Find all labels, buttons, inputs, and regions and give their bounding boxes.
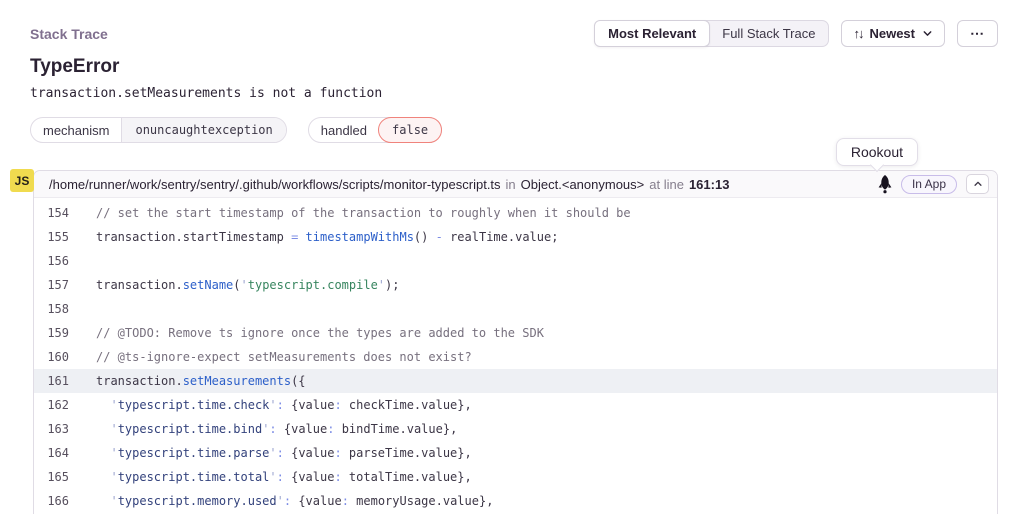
sort-newest-button[interactable]: ↑↓ Newest xyxy=(841,20,945,47)
chevron-down-icon xyxy=(922,28,933,39)
code-text: 'typescript.time.total': {value: totalTi… xyxy=(96,465,472,489)
header-controls: Most Relevant Full Stack Trace ↑↓ Newest… xyxy=(594,20,998,47)
error-message: transaction.setMeasurements is not a fun… xyxy=(30,86,382,101)
rookout-button[interactable] xyxy=(878,175,892,194)
line-number: 166 xyxy=(34,489,96,513)
toggle-full-stack-trace[interactable]: Full Stack Trace xyxy=(709,21,828,46)
line-number: 163 xyxy=(34,417,96,441)
toggle-most-relevant[interactable]: Most Relevant xyxy=(594,20,710,47)
collapse-frame-button[interactable] xyxy=(966,174,989,194)
rookout-tooltip: Rookout xyxy=(836,138,918,166)
code-text: 'typescript.time.bind': {value: bindTime… xyxy=(96,417,457,441)
code-line-165: 165 'typescript.time.total': {value: tot… xyxy=(34,465,997,489)
line-number: 160 xyxy=(34,345,96,369)
line-number: 154 xyxy=(34,201,96,225)
in-app-badge: In App xyxy=(901,175,957,194)
code-line-160: 160// @ts-ignore-expect setMeasurements … xyxy=(34,345,997,369)
code-line-162: 162 'typescript.time.check': {value: che… xyxy=(34,393,997,417)
frame-file-path[interactable]: /home/runner/work/sentry/sentry/.github/… xyxy=(49,177,501,192)
line-number: 165 xyxy=(34,465,96,489)
frame-header-actions: In App xyxy=(878,174,989,194)
js-platform-badge: JS xyxy=(10,169,34,192)
more-options-button[interactable]: ⋯ xyxy=(957,20,998,47)
line-number: 156 xyxy=(34,249,96,273)
code-line-154: 154// set the start timestamp of the tra… xyxy=(34,201,997,225)
code-text: transaction.setMeasurements({ xyxy=(96,369,306,393)
chevron-up-icon xyxy=(973,179,983,189)
code-line-158: 158 xyxy=(34,297,997,321)
frame-at-line-label: at line xyxy=(649,177,684,192)
code-line-159: 159// @TODO: Remove ts ignore once the t… xyxy=(34,321,997,345)
line-number: 155 xyxy=(34,225,96,249)
sort-label: Newest xyxy=(869,26,915,41)
code-text: transaction.startTimestamp = timestampWi… xyxy=(96,225,558,249)
line-number: 159 xyxy=(34,321,96,345)
rookout-icon xyxy=(878,175,892,194)
code-line-156: 156 xyxy=(34,249,997,273)
tag-list: mechanismonuncaughtexception handledfalse xyxy=(30,117,442,143)
stack-frame: Rookout JS /home/runner/work/sentry/sent… xyxy=(33,170,998,514)
line-number: 157 xyxy=(34,273,96,297)
tag-value: false xyxy=(378,117,442,143)
tag-mechanism[interactable]: mechanismonuncaughtexception xyxy=(30,117,287,143)
code-text: 'typescript.time.parse': {value: parseTi… xyxy=(96,441,472,465)
tag-key: handled xyxy=(309,118,379,142)
code-view: 154// set the start timestamp of the tra… xyxy=(34,198,997,513)
code-text: // @ts-ignore-expect setMeasurements doe… xyxy=(96,345,472,369)
line-number: 161 xyxy=(34,369,96,393)
code-text: // @TODO: Remove ts ignore once the type… xyxy=(96,321,544,345)
stack-trace-header: Stack Trace Most Relevant Full Stack Tra… xyxy=(30,20,998,47)
error-type-title: TypeError xyxy=(30,56,119,78)
line-number: 162 xyxy=(34,393,96,417)
code-line-155: 155transaction.startTimestamp = timestam… xyxy=(34,225,997,249)
code-line-157: 157transaction.setName('typescript.compi… xyxy=(34,273,997,297)
frame-line-col: 161:13 xyxy=(689,177,729,192)
code-text: 'typescript.memory.used': {value: memory… xyxy=(96,489,493,513)
view-toggle: Most Relevant Full Stack Trace xyxy=(594,20,829,47)
frame-function-name: Object.<anonymous> xyxy=(521,177,645,192)
code-text: // set the start timestamp of the transa… xyxy=(96,201,631,225)
frame-in-label: in xyxy=(506,177,516,192)
line-number: 158 xyxy=(34,297,96,321)
tag-key: mechanism xyxy=(31,118,121,142)
line-number: 164 xyxy=(34,441,96,465)
tag-value: onuncaughtexception xyxy=(121,118,285,142)
code-line-164: 164 'typescript.time.parse': {value: par… xyxy=(34,441,997,465)
code-line-163: 163 'typescript.time.bind': {value: bind… xyxy=(34,417,997,441)
tag-handled[interactable]: handledfalse xyxy=(308,117,442,143)
section-title: Stack Trace xyxy=(30,26,108,42)
code-line-166: 166 'typescript.memory.used': {value: me… xyxy=(34,489,997,513)
code-text: transaction.setName('typescript.compile'… xyxy=(96,273,399,297)
code-text: 'typescript.time.check': {value: checkTi… xyxy=(96,393,472,417)
code-line-161: 161transaction.setMeasurements({ xyxy=(34,369,997,393)
sort-arrows-icon: ↑↓ xyxy=(853,26,862,41)
frame-header: /home/runner/work/sentry/sentry/.github/… xyxy=(34,171,997,198)
